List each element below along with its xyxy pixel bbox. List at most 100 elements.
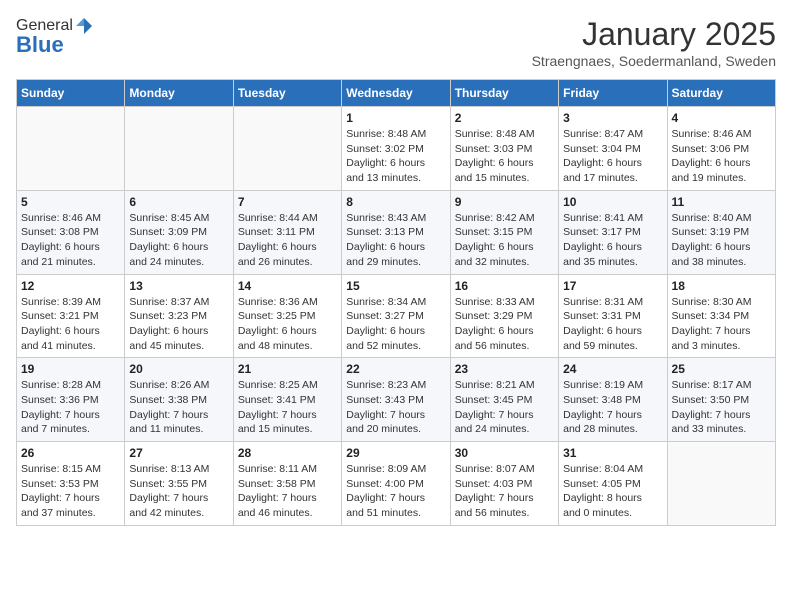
day-number: 20 bbox=[129, 362, 228, 376]
day-info: Sunrise: 8:25 AMSunset: 3:41 PMDaylight:… bbox=[238, 378, 337, 437]
day-number: 10 bbox=[563, 195, 662, 209]
day-number: 4 bbox=[672, 111, 771, 125]
calendar-cell: 7 Sunrise: 8:44 AMSunset: 3:11 PMDaylight… bbox=[233, 190, 341, 274]
day-number: 18 bbox=[672, 279, 771, 293]
day-info: Sunrise: 8:36 AMSunset: 3:25 PMDaylight:… bbox=[238, 295, 337, 354]
day-number: 21 bbox=[238, 362, 337, 376]
calendar-cell: 30 Sunrise: 8:07 AMSunset: 4:03 PMDayligh… bbox=[450, 442, 558, 526]
calendar-cell: 3Sunrise: 8:47 AMSunset: 3:04 PMDaylight… bbox=[559, 107, 667, 191]
day-number: 22 bbox=[346, 362, 445, 376]
weekday-header-friday: Friday bbox=[559, 80, 667, 107]
calendar-cell: 9 Sunrise: 8:42 AMSunset: 3:15 PMDaylight… bbox=[450, 190, 558, 274]
calendar-cell: 28 Sunrise: 8:11 AMSunset: 3:58 PMDayligh… bbox=[233, 442, 341, 526]
day-info: Sunrise: 8:21 AMSunset: 3:45 PMDaylight:… bbox=[455, 378, 554, 437]
calendar-cell: 27 Sunrise: 8:13 AMSunset: 3:55 PMDayligh… bbox=[125, 442, 233, 526]
calendar-week-3: 12 Sunrise: 8:39 AMSunset: 3:21 PMDayligh… bbox=[17, 274, 776, 358]
day-info: Sunrise: 8:44 AMSunset: 3:11 PMDaylight:… bbox=[238, 211, 337, 270]
calendar-week-4: 19 Sunrise: 8:28 AMSunset: 3:36 PMDayligh… bbox=[17, 358, 776, 442]
calendar-cell: 1 Sunrise: 8:48 AMSunset: 3:02 PMDaylight… bbox=[342, 107, 450, 191]
weekday-header-wednesday: Wednesday bbox=[342, 80, 450, 107]
day-number: 17 bbox=[563, 279, 662, 293]
day-info: Sunrise: 8:40 AMSunset: 3:19 PMDaylight:… bbox=[672, 211, 771, 270]
day-number: 5 bbox=[21, 195, 120, 209]
calendar-cell: 24 Sunrise: 8:19 AMSunset: 3:48 PMDayligh… bbox=[559, 358, 667, 442]
calendar-cell: 23Sunrise: 8:21 AMSunset: 3:45 PMDayligh… bbox=[450, 358, 558, 442]
calendar-cell bbox=[17, 107, 125, 191]
title-block: January 2025 Straengnaes, Soedermanland,… bbox=[532, 16, 776, 69]
day-info: Sunrise: 8:48 AMSunset: 3:02 PMDaylight:… bbox=[346, 127, 445, 186]
calendar-cell: 26 Sunrise: 8:15 AMSunset: 3:53 PMDayligh… bbox=[17, 442, 125, 526]
calendar-table: SundayMondayTuesdayWednesdayThursdayFrid… bbox=[16, 79, 776, 526]
day-info: Sunrise: 8:33 AMSunset: 3:29 PMDaylight:… bbox=[455, 295, 554, 354]
calendar-cell: 14 Sunrise: 8:36 AMSunset: 3:25 PMDayligh… bbox=[233, 274, 341, 358]
day-number: 29 bbox=[346, 446, 445, 460]
day-info: Sunrise: 8:42 AMSunset: 3:15 PMDaylight:… bbox=[455, 211, 554, 270]
calendar-cell: 17 Sunrise: 8:31 AMSunset: 3:31 PMDayligh… bbox=[559, 274, 667, 358]
day-info: Sunrise: 8:31 AMSunset: 3:31 PMDaylight:… bbox=[563, 295, 662, 354]
calendar-cell: 18 Sunrise: 8:30 AMSunset: 3:34 PMDayligh… bbox=[667, 274, 775, 358]
day-info: Sunrise: 8:39 AMSunset: 3:21 PMDaylight:… bbox=[21, 295, 120, 354]
day-number: 12 bbox=[21, 279, 120, 293]
day-number: 24 bbox=[563, 362, 662, 376]
day-info: Sunrise: 8:41 AMSunset: 3:17 PMDaylight:… bbox=[563, 211, 662, 270]
day-number: 31 bbox=[563, 446, 662, 460]
weekday-header-tuesday: Tuesday bbox=[233, 80, 341, 107]
calendar-cell: 19 Sunrise: 8:28 AMSunset: 3:36 PMDayligh… bbox=[17, 358, 125, 442]
day-info: Sunrise: 8:46 AMSunset: 3:06 PMDaylight:… bbox=[672, 127, 771, 186]
day-info: Sunrise: 8:19 AMSunset: 3:48 PMDaylight:… bbox=[563, 378, 662, 437]
day-info: Sunrise: 8:46 AMSunset: 3:08 PMDaylight:… bbox=[21, 211, 120, 270]
day-number: 25 bbox=[672, 362, 771, 376]
calendar-cell: 21 Sunrise: 8:25 AMSunset: 3:41 PMDayligh… bbox=[233, 358, 341, 442]
day-info: Sunrise: 8:28 AMSunset: 3:36 PMDaylight:… bbox=[21, 378, 120, 437]
day-number: 16 bbox=[455, 279, 554, 293]
calendar-week-1: 1 Sunrise: 8:48 AMSunset: 3:02 PMDaylight… bbox=[17, 107, 776, 191]
day-info: Sunrise: 8:11 AMSunset: 3:58 PMDaylight:… bbox=[238, 462, 337, 521]
day-number: 7 bbox=[238, 195, 337, 209]
day-number: 9 bbox=[455, 195, 554, 209]
day-info: Sunrise: 8:30 AMSunset: 3:34 PMDaylight:… bbox=[672, 295, 771, 354]
calendar-week-2: 5 Sunrise: 8:46 AMSunset: 3:08 PMDaylight… bbox=[17, 190, 776, 274]
calendar-cell: 4 Sunrise: 8:46 AMSunset: 3:06 PMDaylight… bbox=[667, 107, 775, 191]
day-info: Sunrise: 8:26 AMSunset: 3:38 PMDaylight:… bbox=[129, 378, 228, 437]
weekday-header-sunday: Sunday bbox=[17, 80, 125, 107]
day-number: 1 bbox=[346, 111, 445, 125]
calendar-cell: 10 Sunrise: 8:41 AMSunset: 3:17 PMDayligh… bbox=[559, 190, 667, 274]
logo-icon bbox=[74, 16, 94, 36]
day-info: Sunrise: 8:13 AMSunset: 3:55 PMDaylight:… bbox=[129, 462, 228, 521]
calendar-cell bbox=[125, 107, 233, 191]
day-info: Sunrise: 8:15 AMSunset: 3:53 PMDaylight:… bbox=[21, 462, 120, 521]
day-number: 27 bbox=[129, 446, 228, 460]
day-number: 15 bbox=[346, 279, 445, 293]
day-number: 2 bbox=[455, 111, 554, 125]
calendar-cell: 16 Sunrise: 8:33 AMSunset: 3:29 PMDayligh… bbox=[450, 274, 558, 358]
day-number: 28 bbox=[238, 446, 337, 460]
day-info: Sunrise: 8:48 AMSunset: 3:03 PMDaylight:… bbox=[455, 127, 554, 186]
calendar-cell: 25 Sunrise: 8:17 AMSunset: 3:50 PMDayligh… bbox=[667, 358, 775, 442]
day-info: Sunrise: 8:07 AMSunset: 4:03 PMDaylight:… bbox=[455, 462, 554, 521]
calendar-cell: 20 Sunrise: 8:26 AMSunset: 3:38 PMDayligh… bbox=[125, 358, 233, 442]
calendar-week-5: 26 Sunrise: 8:15 AMSunset: 3:53 PMDayligh… bbox=[17, 442, 776, 526]
calendar-cell: 12 Sunrise: 8:39 AMSunset: 3:21 PMDayligh… bbox=[17, 274, 125, 358]
day-number: 8 bbox=[346, 195, 445, 209]
calendar-header: SundayMondayTuesdayWednesdayThursdayFrid… bbox=[17, 80, 776, 107]
day-info: Sunrise: 8:37 AMSunset: 3:23 PMDaylight:… bbox=[129, 295, 228, 354]
logo: General Blue bbox=[16, 16, 94, 58]
calendar-cell: 11Sunrise: 8:40 AMSunset: 3:19 PMDayligh… bbox=[667, 190, 775, 274]
page-header: General Blue January 2025 Straengnaes, S… bbox=[16, 16, 776, 69]
day-number: 30 bbox=[455, 446, 554, 460]
day-number: 14 bbox=[238, 279, 337, 293]
calendar-cell: 31 Sunrise: 8:04 AMSunset: 4:05 PMDayligh… bbox=[559, 442, 667, 526]
calendar-cell: 15Sunrise: 8:34 AMSunset: 3:27 PMDayligh… bbox=[342, 274, 450, 358]
location-subtitle: Straengnaes, Soedermanland, Sweden bbox=[532, 53, 776, 69]
day-number: 3 bbox=[563, 111, 662, 125]
day-info: Sunrise: 8:23 AMSunset: 3:43 PMDaylight:… bbox=[346, 378, 445, 437]
day-info: Sunrise: 8:17 AMSunset: 3:50 PMDaylight:… bbox=[672, 378, 771, 437]
calendar-cell: 5 Sunrise: 8:46 AMSunset: 3:08 PMDaylight… bbox=[17, 190, 125, 274]
calendar-cell: 2 Sunrise: 8:48 AMSunset: 3:03 PMDaylight… bbox=[450, 107, 558, 191]
day-info: Sunrise: 8:04 AMSunset: 4:05 PMDaylight:… bbox=[563, 462, 662, 521]
day-number: 26 bbox=[21, 446, 120, 460]
month-title: January 2025 bbox=[532, 16, 776, 53]
day-number: 19 bbox=[21, 362, 120, 376]
calendar-cell bbox=[667, 442, 775, 526]
logo-blue-text: Blue bbox=[16, 32, 64, 58]
